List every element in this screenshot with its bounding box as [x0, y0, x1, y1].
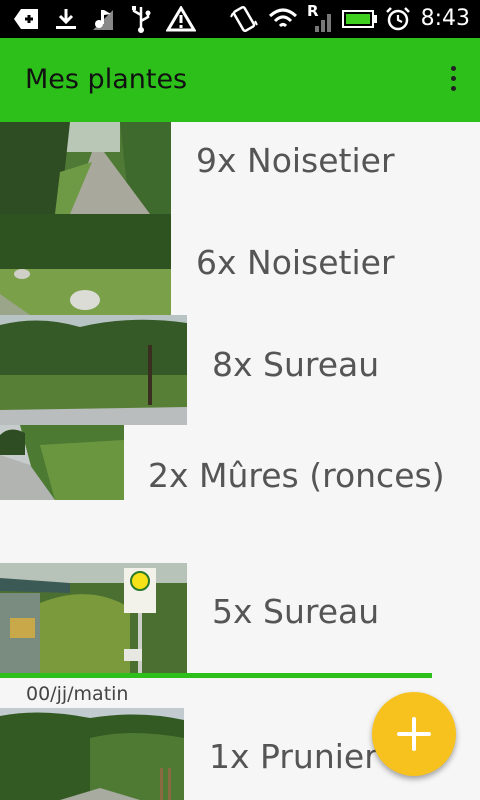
wifi-icon	[267, 0, 299, 38]
plant-photo	[0, 315, 187, 425]
plant-photo	[0, 563, 187, 673]
usb-icon	[127, 0, 155, 38]
app-bar: Mes plantes	[0, 38, 480, 122]
more-vert-icon[interactable]	[448, 66, 458, 96]
status-bar: R 8:43	[0, 0, 480, 38]
signal-icon: R	[305, 0, 335, 38]
add-notification-icon	[12, 0, 40, 38]
list-item[interactable]: 2x Mûres (ronces)	[0, 425, 480, 563]
plant-photo	[0, 708, 184, 800]
alarm-icon	[384, 0, 412, 38]
plant-label: 8x Sureau	[212, 345, 380, 384]
list-item[interactable]: 6x Noisetier	[0, 214, 480, 315]
plant-label: 6x Noisetier	[196, 243, 395, 282]
plant-label: 2x Mûres (ronces)	[148, 456, 445, 495]
plant-label: 9x Noisetier	[196, 141, 395, 180]
list-item[interactable]: 5x Sureau	[0, 563, 480, 673]
download-icon	[52, 0, 80, 38]
section-date: 00/jj/matin	[26, 683, 129, 705]
vibrate-icon	[229, 0, 259, 38]
music-icon	[88, 0, 118, 38]
page-title: Mes plantes	[25, 64, 188, 95]
add-plant-button[interactable]	[372, 692, 456, 776]
plant-photo	[0, 214, 171, 315]
signal-letter: R	[307, 2, 319, 20]
plant-label: 5x Sureau	[212, 592, 380, 631]
warning-icon	[165, 0, 197, 38]
add-icon	[397, 717, 431, 751]
plant-photo	[0, 425, 124, 500]
plant-label: 1x Prunier	[209, 737, 378, 776]
list-item[interactable]: 9x Noisetier	[0, 122, 480, 214]
plant-photo	[0, 122, 171, 214]
clock: 8:43	[420, 6, 470, 31]
section-divider	[0, 673, 432, 678]
list-item[interactable]: 8x Sureau	[0, 315, 480, 425]
battery-icon	[342, 0, 378, 38]
